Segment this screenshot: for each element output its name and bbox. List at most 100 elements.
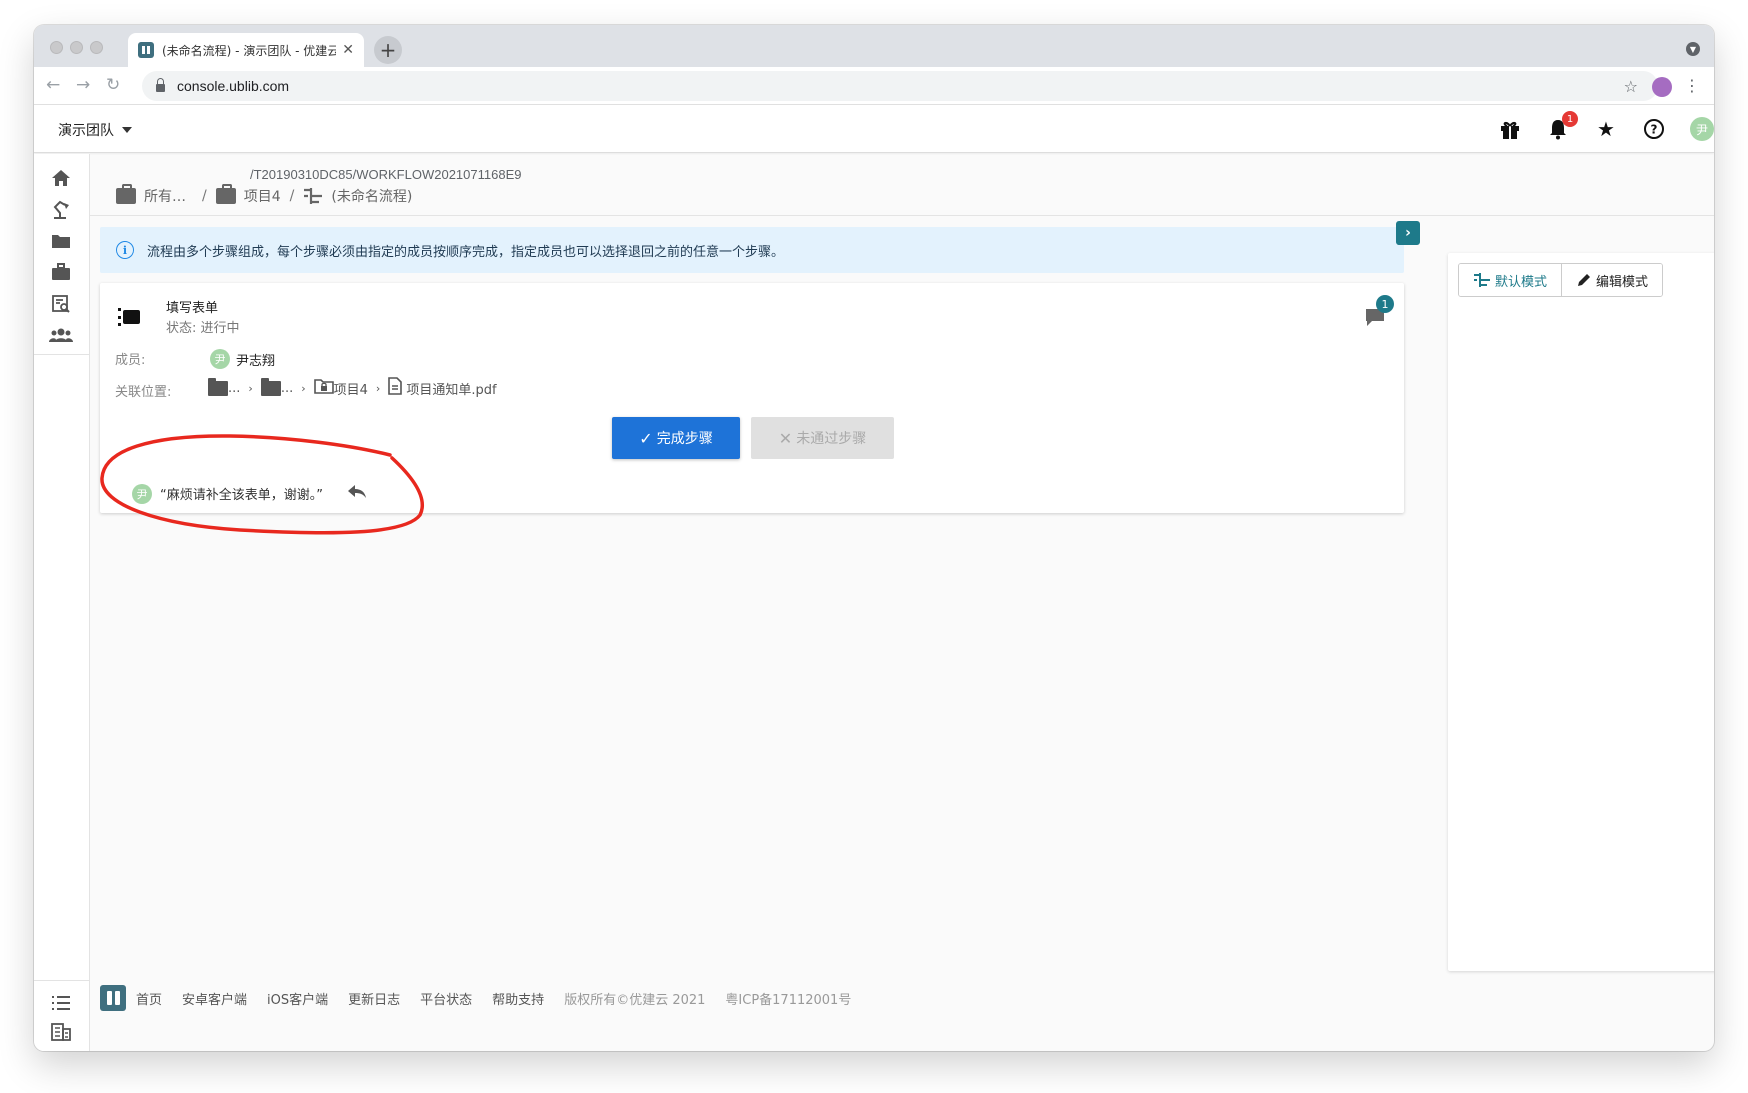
breadcrumb: 所有… / 项目4 / (未命名流程) [116,181,412,211]
building-icon[interactable] [49,1021,73,1043]
browser-window: (未命名流程) - 演示团队 - 优建云 ✕ + ▼ ← → ↻ console… [34,25,1714,1051]
breadcrumb-item-all[interactable]: 所有… [144,186,186,206]
ublib-logo [100,985,126,1011]
document-search-icon[interactable] [49,293,73,315]
help-icon[interactable]: ? [1642,117,1666,141]
briefcase-icon[interactable] [49,261,73,283]
location-item[interactable]: ... [260,378,293,396]
location-item[interactable]: 项目4 [313,378,368,398]
location-item-file[interactable]: 项目通知单.pdf [388,376,497,398]
team-name: 演示团队 [58,123,114,139]
breadcrumb-separator: / [289,188,295,204]
breadcrumb-separator: / [202,188,207,204]
left-sidebar [34,154,90,1051]
footer-link-status[interactable]: 平台状态 [420,989,472,1008]
new-tab-button[interactable]: + [374,36,402,64]
lock-icon [156,78,165,92]
browser-titlebar: (未命名流程) - 演示团队 - 优建云 ✕ + ▼ [34,25,1714,67]
footer-link-ios[interactable]: iOS客户端 [267,989,328,1008]
maximize-window-button[interactable] [90,41,103,54]
path-chevron-icon: › [248,382,253,395]
comment-avatar: 尹 [132,483,152,504]
notification-count-badge: 1 [1562,111,1578,127]
location-label: 关联位置: [115,385,172,400]
footer-icp[interactable]: 粤ICP备17112001号 [725,989,851,1008]
team-selector[interactable]: 演示团队 [58,120,132,140]
complete-step-button[interactable]: ✓ 完成步骤 [612,417,740,459]
team-members-icon[interactable] [49,324,73,346]
member-name: 尹志翔 [236,353,276,369]
settings-gear-icon[interactable] [49,1050,73,1051]
footer-copyright: 版权所有©优建云 2021 [564,992,706,1008]
close-window-button[interactable] [50,41,63,54]
check-icon: ✓ [639,428,653,448]
comments-button[interactable]: 1 [1364,295,1394,327]
lamp-icon[interactable] [49,199,73,221]
gift-icon[interactable] [1498,117,1522,141]
reject-step-button[interactable]: ✕ 未通过步骤 [751,417,894,459]
step-form-icon [118,305,144,329]
pencil-icon [1576,272,1592,288]
browser-toolbar: ← → ↻ console.ublib.com/T20190310DC85/WO… [34,67,1714,182]
app-header: 演示团队 1 ★ ? 尹 [34,105,1714,153]
step-status: 状态: 进行中 [166,321,240,336]
step-comment: 尹 “麻烦请补全该表单，谢谢。” [132,483,367,504]
location-item[interactable]: ... [208,378,240,396]
mode-toggle-group: 默认模式 编辑模式 [1458,263,1664,297]
profile-avatar-icon[interactable] [1652,77,1672,97]
default-mode-button[interactable]: 默认模式 [1459,264,1563,296]
bookmark-star-icon[interactable]: ☆ [1624,77,1638,96]
notification-bell-icon[interactable]: 1 [1546,111,1578,141]
back-arrow-icon[interactable]: ← [46,75,60,95]
workflow-icon [303,187,323,205]
close-tab-icon[interactable]: ✕ [342,42,354,58]
tab-title: (未命名流程) - 演示团队 - 优建云 [162,43,337,58]
comment-text: “麻烦请补全该表单，谢谢。” [160,488,323,503]
info-alert: i 流程由多个步骤组成，每个步骤必须由指定的成员按顺序完成，指定成员也可以选择退… [100,227,1404,273]
pdf-document-icon [388,376,403,395]
forward-arrow-icon[interactable]: → [76,75,90,95]
reload-icon[interactable]: ↻ [106,75,120,95]
tab-search-icon[interactable]: ▼ [1686,42,1700,56]
url-text: console.ublib.com/T20190310DC85/WORKFLOW… [177,78,522,182]
user-avatar[interactable]: 尹 [1690,117,1714,141]
minimize-window-button[interactable] [70,41,83,54]
comment-count-badge: 1 [1376,295,1394,313]
reply-arrow-icon[interactable] [347,483,367,504]
sidebar-divider [34,354,90,355]
favorites-star-icon[interactable]: ★ [1594,117,1618,141]
workflow-icon [1473,272,1491,288]
path-chevron-icon: › [375,382,381,395]
path-chevron-icon: › [301,382,306,395]
folder-icon [208,378,228,396]
home-icon[interactable] [49,167,73,189]
footer-link-home[interactable]: 首页 [136,989,162,1008]
browser-menu-icon[interactable]: ⋮ [1684,76,1700,95]
workflow-step-card: 填写表单 状态: 进行中 1 成员: 尹 尹志翔 关联位置: ... › ...… [100,283,1404,513]
address-bar[interactable]: console.ublib.com/T20190310DC85/WORKFLOW… [142,71,1658,182]
step-title: 填写表单 [166,301,219,316]
list-icon[interactable] [49,992,73,1014]
page-footer: 首页 安卓客户端 iOS客户端 更新日志 平台状态 帮助支持 版权所有©优建云 … [100,985,871,1011]
breadcrumb-item-workflow: (未命名流程) [331,189,413,205]
browser-tab[interactable]: (未命名流程) - 演示团队 - 优建云 ✕ [128,33,364,67]
svg-text:?: ? [1651,123,1658,137]
workflow-mode-panel: 默认模式 编辑模式 [1448,253,1714,971]
member-label: 成员: [115,353,146,368]
sidebar-divider [34,980,90,981]
project-folder-lock-icon [313,378,334,394]
footer-link-android[interactable]: 安卓客户端 [182,989,247,1008]
briefcase-icon [116,184,136,204]
breadcrumb-item-project[interactable]: 项目4 [244,186,281,206]
alert-text: 流程由多个步骤组成，每个步骤必须由指定的成员按顺序完成，指定成员也可以选择退回之… [147,244,785,260]
footer-link-changelog[interactable]: 更新日志 [348,989,400,1008]
collapse-panel-button[interactable]: › [1396,221,1420,245]
breadcrumb-divider [90,215,1714,216]
step-member[interactable]: 尹 尹志翔 [210,349,275,369]
close-x-icon: ✕ [778,428,793,448]
footer-link-help[interactable]: 帮助支持 [492,989,544,1008]
site-favicon-icon [138,42,154,58]
folder-icon[interactable] [49,230,73,252]
edit-mode-button[interactable]: 编辑模式 [1562,264,1663,296]
location-path: ... › ... › 项目4 › 项目通知单.pdf [208,376,497,398]
